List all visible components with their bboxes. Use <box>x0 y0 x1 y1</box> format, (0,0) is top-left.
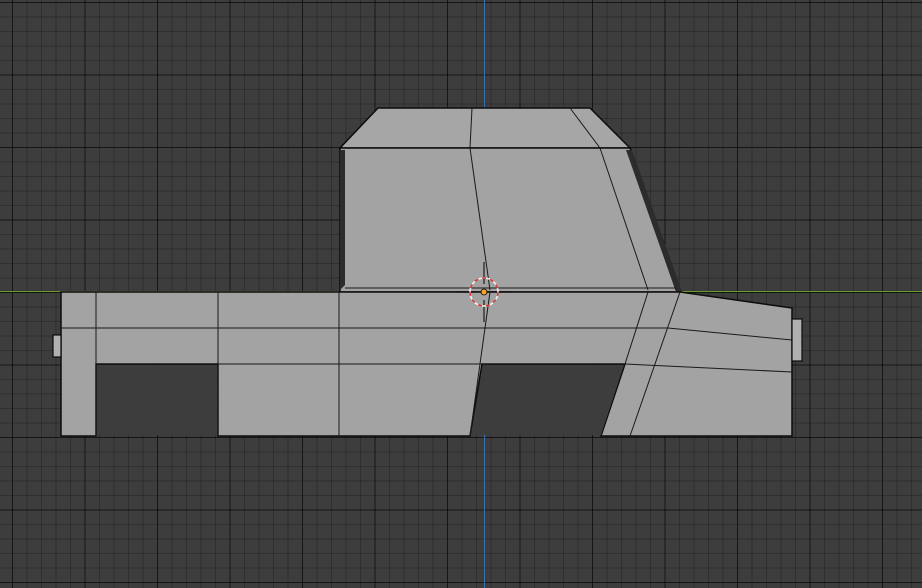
vehicle-mesh[interactable] <box>52 107 803 437</box>
rear-wheel-well <box>97 365 217 435</box>
cabin-face[interactable] <box>339 147 682 293</box>
front-bumper[interactable] <box>791 318 803 362</box>
scene-canvas[interactable] <box>0 0 922 588</box>
roof-face[interactable] <box>338 107 632 149</box>
front-wheel-well <box>471 365 624 435</box>
rear-bumper[interactable] <box>52 334 62 358</box>
cabin-side-shadow <box>340 150 345 290</box>
3d-viewport[interactable] <box>0 0 922 588</box>
origin-point-icon <box>480 288 488 296</box>
